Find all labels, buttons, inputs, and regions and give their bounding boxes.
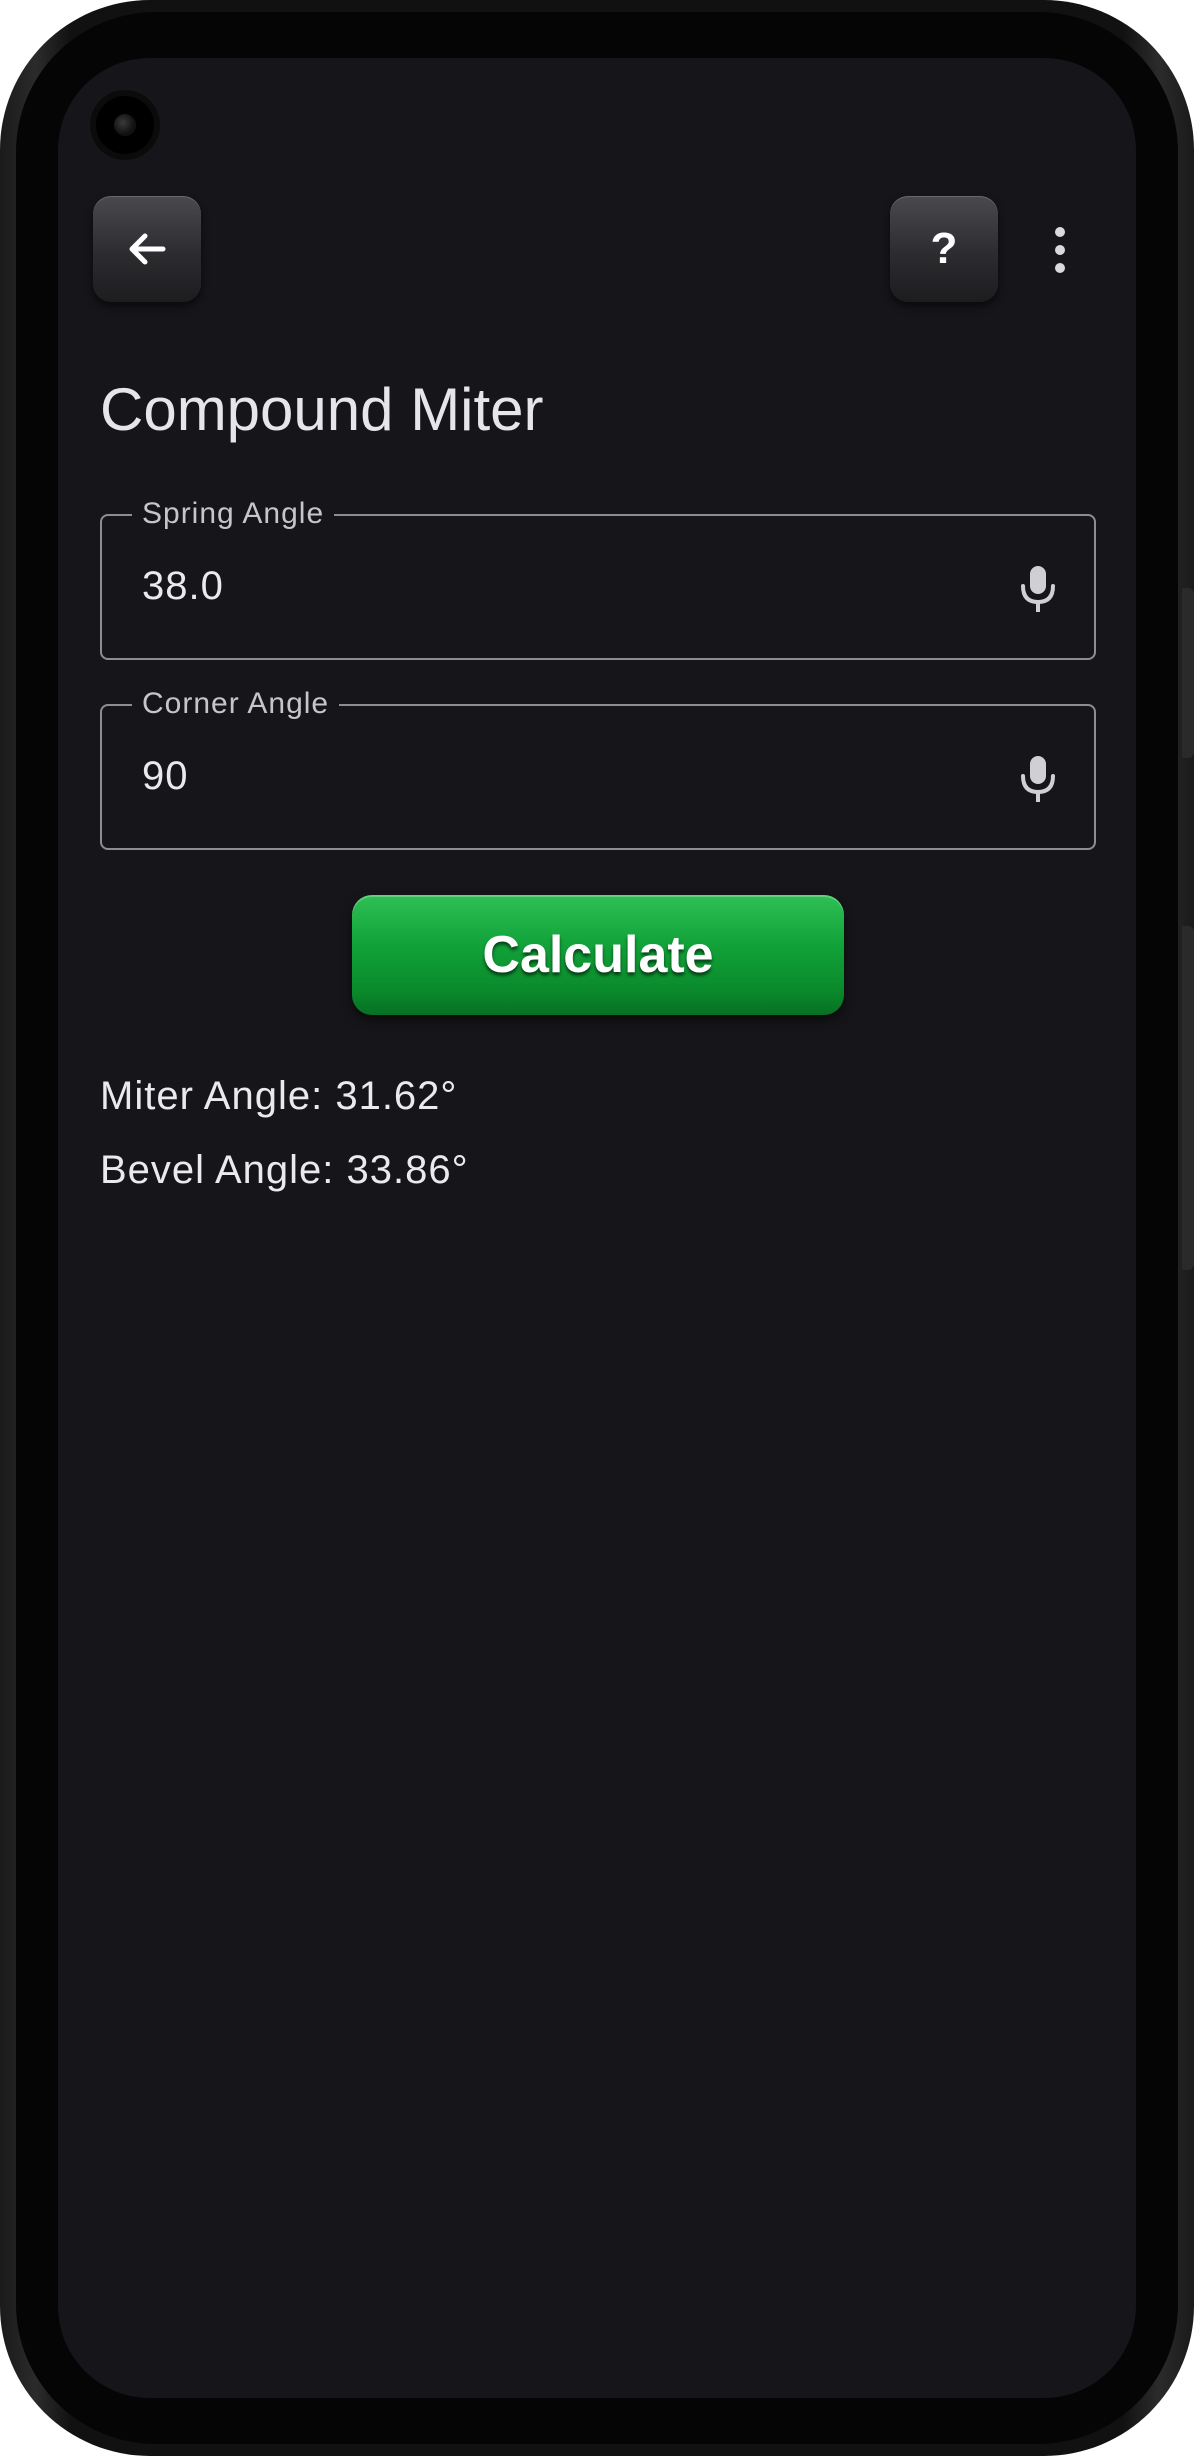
bevel-angle-result: Bevel Angle: 33.86° <box>100 1148 469 1192</box>
volume-button <box>1182 926 1194 1270</box>
spring-angle-field[interactable]: Spring Angle <box>100 494 1096 660</box>
corner-angle-label: Corner Angle <box>132 684 340 724</box>
front-camera <box>96 96 154 154</box>
spring-angle-label: Spring Angle <box>132 494 335 534</box>
help-icon: ? <box>930 224 958 273</box>
page-title: Compound Miter <box>100 376 544 443</box>
arrow-left-icon <box>129 233 166 265</box>
back-button[interactable] <box>93 196 201 302</box>
power-button <box>1182 588 1194 758</box>
corner-angle-field[interactable]: Corner Angle <box>100 684 1096 850</box>
more-vertical-icon <box>1055 227 1065 237</box>
calculate-button[interactable]: Calculate <box>352 895 844 1015</box>
microphone-icon[interactable] <box>1018 754 1058 806</box>
help-button[interactable]: ? <box>890 196 998 302</box>
more-options-button[interactable] <box>1038 213 1082 287</box>
corner-angle-input[interactable] <box>142 746 962 806</box>
phone-frame: ? Compound Miter Spring Angle Corner Ang… <box>0 0 1194 2456</box>
microphone-icon[interactable] <box>1018 564 1058 616</box>
app-screen: ? Compound Miter Spring Angle Corner Ang… <box>58 58 1136 2398</box>
spring-angle-input[interactable] <box>142 556 962 616</box>
miter-angle-result: Miter Angle: 31.62° <box>100 1074 458 1118</box>
